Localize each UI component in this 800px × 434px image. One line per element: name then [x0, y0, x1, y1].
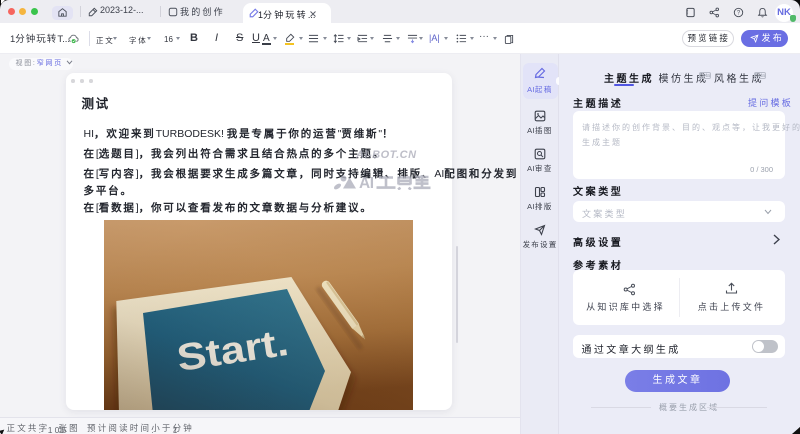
- svg-text:AI: AI: [359, 175, 374, 190]
- svg-text:?: ?: [736, 11, 740, 17]
